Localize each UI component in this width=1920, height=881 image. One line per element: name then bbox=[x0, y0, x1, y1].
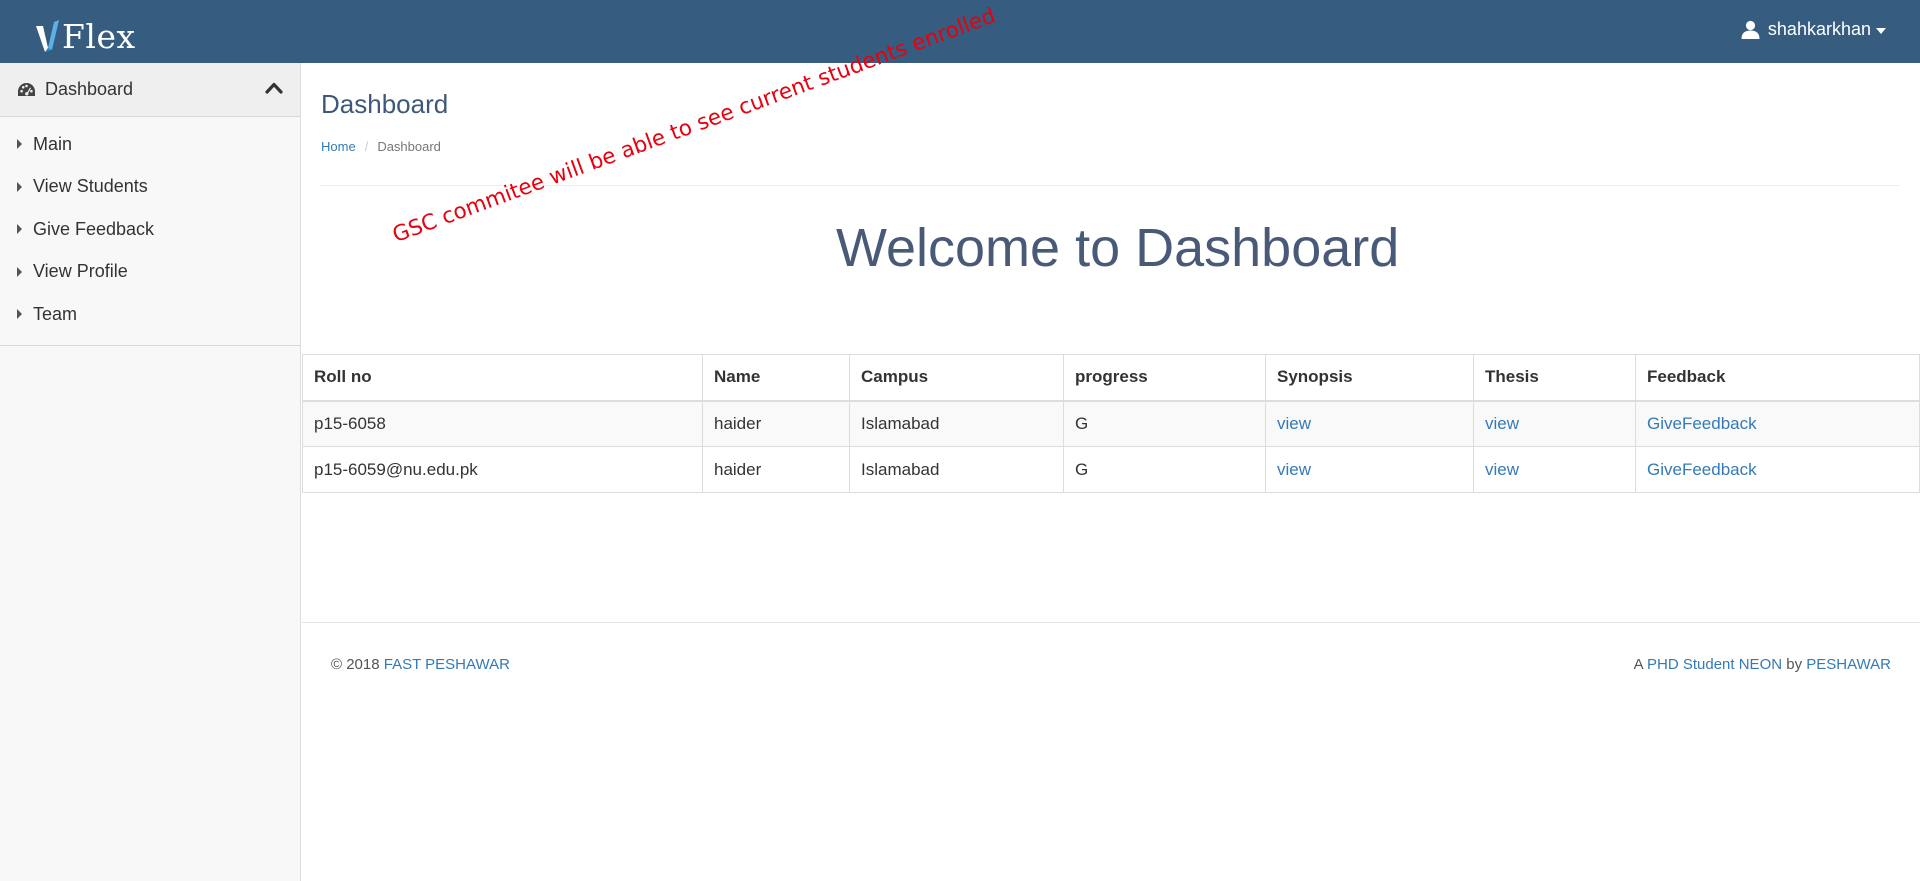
cell-progress: G bbox=[1063, 400, 1266, 447]
sidebar-item-label: View Students bbox=[33, 176, 148, 197]
sidebar-item-view-students[interactable]: View Students bbox=[0, 166, 300, 209]
cell-thesis: view bbox=[1473, 400, 1636, 447]
footer-divider bbox=[302, 622, 1920, 623]
cell-synopsis: view bbox=[1265, 400, 1474, 447]
footer-fast-peshawar-link[interactable]: FAST PESHAWAR bbox=[384, 656, 510, 673]
welcome-heading: Welcome to Dashboard bbox=[836, 218, 1400, 278]
cell-feedback: GiveFeedback bbox=[1635, 446, 1920, 493]
sidebar-item-label: Team bbox=[33, 303, 78, 324]
breadcrumb-current: Dashboard bbox=[377, 139, 441, 154]
table-header-row: Roll no Name Campus progress Synopsis Th… bbox=[302, 354, 1920, 402]
cell-roll-no: p15-6059@nu.edu.pk bbox=[302, 446, 703, 493]
caret-right-icon bbox=[17, 181, 22, 192]
footer-credits: A PHD Student NEON by PESHAWAR bbox=[1634, 656, 1891, 673]
chevron-up-icon[interactable] bbox=[265, 81, 283, 95]
cell-name: haider bbox=[702, 400, 850, 447]
sidebar-item-give-feedback[interactable]: Give Feedback bbox=[0, 208, 300, 251]
sidebar-item-label: View Profile bbox=[33, 261, 128, 282]
user-icon bbox=[1741, 20, 1760, 39]
caret-down-icon bbox=[1876, 27, 1886, 34]
cell-feedback: GiveFeedback bbox=[1635, 400, 1920, 447]
breadcrumb: Home / Dashboard bbox=[321, 139, 441, 154]
column-header: Thesis bbox=[1473, 354, 1636, 402]
sidebar-item-label: Main bbox=[33, 133, 73, 154]
synopsis-view-link[interactable]: view bbox=[1277, 414, 1311, 433]
username-label: shahkarkhan bbox=[1767, 19, 1871, 39]
sidebar-section-label: Dashboard bbox=[45, 79, 134, 99]
breadcrumb-separator: / bbox=[364, 139, 369, 154]
cell-name: haider bbox=[702, 446, 850, 493]
footer-by: by bbox=[1786, 656, 1803, 673]
give-feedback-link[interactable]: GiveFeedback bbox=[1647, 460, 1757, 479]
cell-campus: Islamabad bbox=[849, 446, 1064, 493]
column-header: Name bbox=[702, 354, 850, 402]
sidebar-menu: Main View Students Give Feedback View Pr… bbox=[0, 117, 300, 346]
column-header: Feedback bbox=[1635, 354, 1920, 402]
table-row: p15-6058 haider Islamabad G view view Gi… bbox=[302, 400, 1920, 447]
column-header: progress bbox=[1063, 354, 1266, 402]
give-feedback-link[interactable]: GiveFeedback bbox=[1647, 414, 1757, 433]
caret-right-icon bbox=[17, 266, 22, 277]
sidebar: Dashboard Main View Students Give Feedba… bbox=[0, 63, 301, 881]
cell-campus: Islamabad bbox=[849, 400, 1064, 447]
cell-synopsis: view bbox=[1265, 446, 1474, 493]
breadcrumb-home-link[interactable]: Home bbox=[321, 139, 356, 154]
footer-phd-student-link[interactable]: PHD Student NEON bbox=[1647, 656, 1782, 673]
copyright-text: © 2018 bbox=[331, 656, 380, 673]
sidebar-item-label: Give Feedback bbox=[33, 218, 155, 239]
column-header: Synopsis bbox=[1265, 354, 1474, 402]
footer-peshawar-link[interactable]: PESHAWAR bbox=[1806, 656, 1891, 673]
column-header: Campus bbox=[849, 354, 1064, 402]
cell-progress: G bbox=[1063, 446, 1266, 493]
brand-logo[interactable]: Flex bbox=[34, 16, 136, 56]
footer-copyright: © 2018 FAST PESHAWAR bbox=[331, 656, 510, 673]
cell-thesis: view bbox=[1473, 446, 1636, 493]
sidebar-section-dashboard[interactable]: Dashboard bbox=[0, 63, 300, 117]
page-title: Dashboard bbox=[321, 89, 449, 119]
cell-roll-no: p15-6058 bbox=[302, 400, 703, 447]
footer-prefix: A bbox=[1633, 656, 1643, 673]
synopsis-view-link[interactable]: view bbox=[1277, 460, 1311, 479]
thesis-view-link[interactable]: view bbox=[1485, 414, 1519, 433]
caret-right-icon bbox=[17, 309, 22, 320]
logo-mark-icon bbox=[36, 20, 59, 52]
sidebar-item-team[interactable]: Team bbox=[0, 293, 300, 336]
logo-text: Flex bbox=[62, 16, 136, 56]
column-header: Roll no bbox=[302, 354, 703, 402]
sidebar-item-view-profile[interactable]: View Profile bbox=[0, 251, 300, 294]
thesis-view-link[interactable]: view bbox=[1485, 460, 1519, 479]
students-table: Roll no Name Campus progress Synopsis Th… bbox=[302, 354, 1920, 493]
user-menu-dropdown[interactable]: shahkarkhan bbox=[1741, 19, 1886, 40]
table-row: p15-6059@nu.edu.pk haider Islamabad G vi… bbox=[302, 446, 1920, 493]
dashboard-gauge-icon bbox=[18, 83, 35, 96]
caret-right-icon bbox=[17, 139, 22, 150]
caret-right-icon bbox=[17, 224, 22, 235]
sidebar-item-main[interactable]: Main bbox=[0, 123, 300, 166]
